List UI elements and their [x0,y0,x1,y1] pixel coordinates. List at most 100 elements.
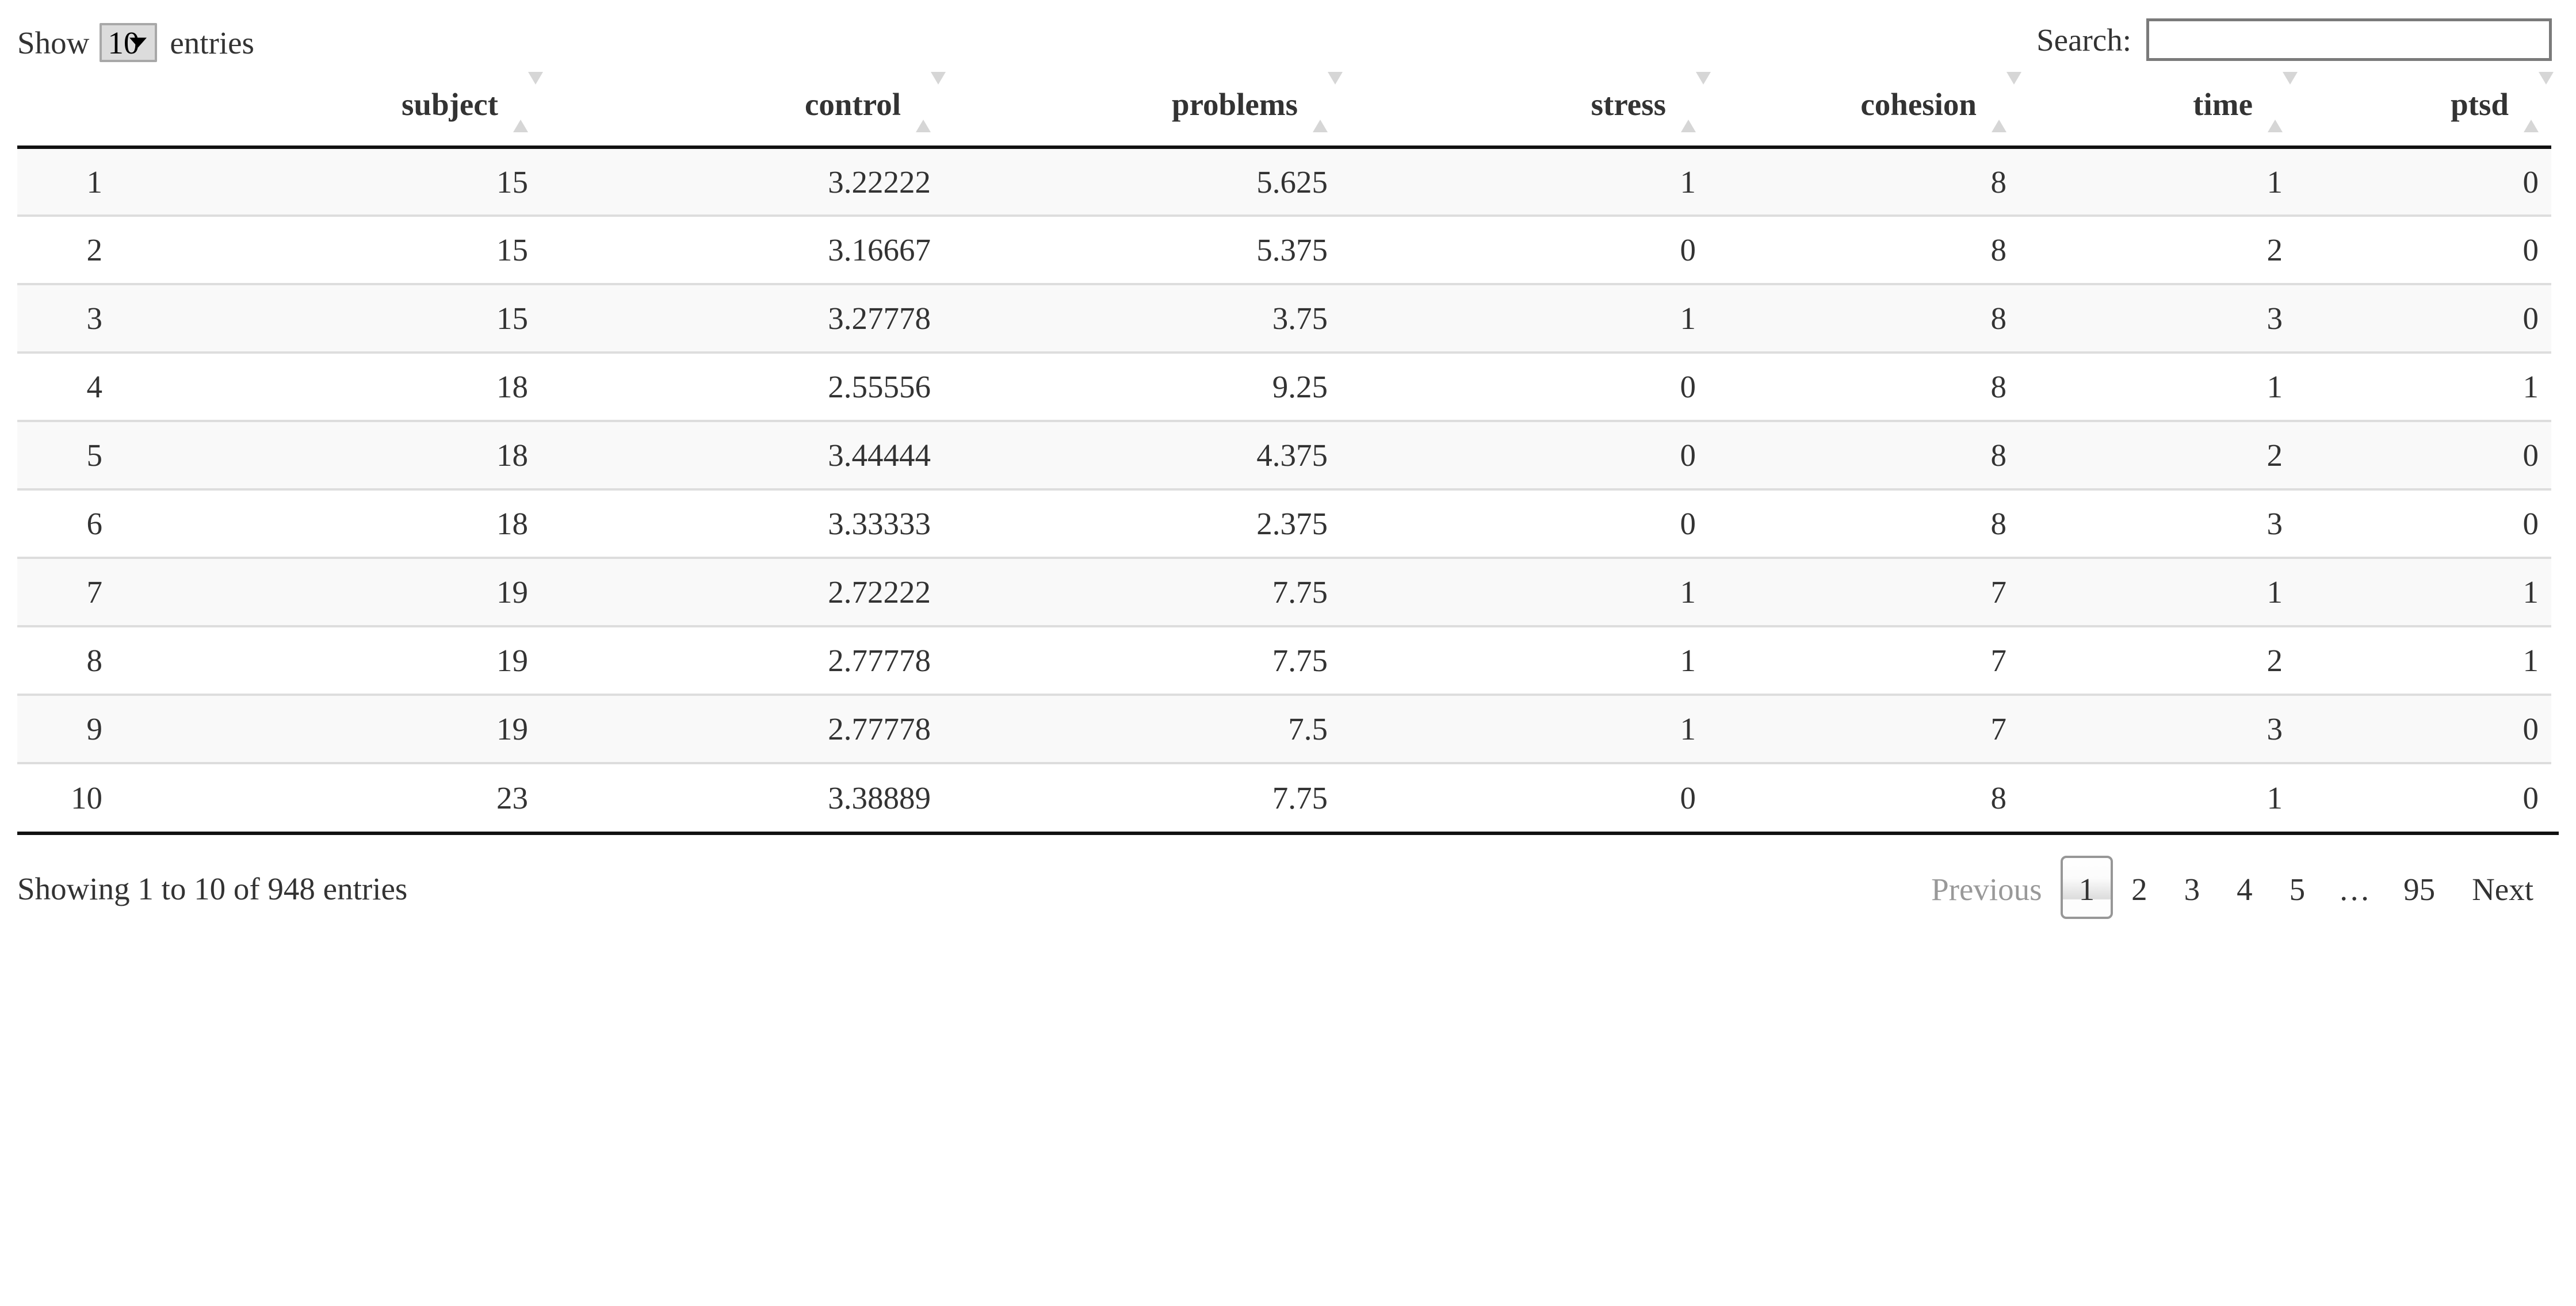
cell-time: 1 [2019,558,2295,627]
cell-rownum: 4 [17,353,115,422]
pagination-page-3[interactable]: 3 [2166,856,2219,919]
cell-ptsd: 0 [2295,284,2551,354]
cell-subject: 19 [115,626,541,696]
datatable-wrapper: Show 10 entries Search: subject control … [0,0,2576,1306]
column-header-subject[interactable]: subject [115,72,543,149]
table-row[interactable]: 6 18 3.33333 2.375 0 8 3 0 [17,489,2551,559]
cell-ptsd: 0 [2295,216,2551,285]
table-row[interactable]: 2 15 3.16667 5.375 0 8 2 0 [17,216,2551,285]
entries-length-control: Show 10 entries [17,23,254,62]
cell-rownum: 6 [17,489,115,559]
cell-ptsd: 1 [2295,558,2551,627]
cell-cohesion: 8 [1709,216,2019,285]
sort-both-icon [1313,72,1343,132]
pagination-page-1[interactable]: 1 [2060,856,2113,919]
sort-both-icon [2268,72,2298,132]
table-row[interactable]: 1 15 3.22222 5.625 1 8 1 0 [17,147,2551,217]
pagination-next[interactable]: Next [2453,856,2552,919]
cell-cohesion: 8 [1709,147,2019,217]
cell-problems: 7.75 [943,558,1340,627]
pagination-page-4[interactable]: 4 [2218,856,2271,919]
pagination-page-last[interactable]: 95 [2385,856,2453,919]
chevron-down-icon [129,37,147,48]
cell-rownum: 2 [17,216,115,285]
cell-time: 1 [2019,353,2295,422]
cell-time: 3 [2019,489,2295,559]
search-filter: Search: [2036,18,2552,61]
cell-ptsd: 0 [2295,147,2551,217]
column-label-time: time [2193,87,2253,122]
column-label-problems: problems [1171,87,1298,122]
cell-cohesion: 7 [1709,626,2019,696]
cell-control: 2.77778 [541,626,943,696]
sort-both-icon [916,72,946,132]
table-row[interactable]: 8 19 2.77778 7.75 1 7 2 1 [17,626,2551,696]
cell-stress: 1 [1340,147,1709,217]
cell-rownum: 10 [71,780,102,815]
column-label-cohesion: cohesion [1860,87,1977,122]
column-header-stress[interactable]: stress [1340,72,1711,149]
column-header-time[interactable]: time [2019,72,2298,149]
cell-ptsd: 0 [2295,421,2551,491]
cell-cohesion: 8 [1990,780,2007,815]
cell-problems: 5.625 [943,147,1340,217]
cell-subject: 19 [115,695,541,764]
table-row[interactable]: 9 19 2.77778 7.5 1 7 3 0 [17,695,2551,764]
cell-control: 3.16667 [541,216,943,285]
cell-ptsd: 0 [2295,695,2551,764]
cell-control: 3.33333 [541,489,943,559]
column-label-control: control [804,87,901,122]
table-row[interactable]: 5 18 3.44444 4.375 0 8 2 0 [17,421,2551,491]
pagination-page-5[interactable]: 5 [2271,856,2324,919]
cell-problems: 9.25 [943,353,1340,422]
pagination-page-2[interactable]: 2 [2113,856,2166,919]
entries-per-page-select[interactable]: 10 [100,23,158,62]
column-header-cohesion[interactable]: cohesion [1709,72,2021,149]
cell-stress: 0 [1340,353,1709,422]
cell-problems: 3.75 [943,284,1340,354]
pagination: Previous 1 2 3 4 5 … 95 Next [1913,856,2552,919]
show-label: Show [17,25,90,60]
column-label-ptsd: ptsd [2451,87,2509,122]
cell-control: 2.72222 [541,558,943,627]
table-row[interactable]: 4 18 2.55556 9.25 0 8 1 1 [17,353,2551,422]
cell-ptsd: 0 [2295,489,2551,559]
cell-control: 3.44444 [541,421,943,491]
cell-stress: 1 [1340,626,1709,696]
entries-label: entries [170,25,254,60]
sort-both-icon [513,72,543,132]
cell-cohesion: 8 [1709,353,2019,422]
cell-ptsd: 1 [2295,353,2551,422]
cell-time: 1 [2019,147,2295,217]
data-table: subject control problems stress cohesion… [17,72,2554,832]
table-row[interactable]: 3 15 3.27778 3.75 1 8 3 0 [17,284,2551,354]
cell-subject: 15 [115,216,541,285]
cell-stress: 1 [1340,695,1709,764]
cell-time: 2 [2019,421,2295,491]
cell-time: 1 [2267,780,2283,815]
cell-subject: 15 [115,284,541,354]
table-row[interactable]: 10 23 3.38889 7.75 0 8 1 0 [17,763,2551,832]
cell-stress: 0 [1340,216,1709,285]
cell-stress: 1 [1340,284,1709,354]
cell-cohesion: 8 [1709,284,2019,354]
cell-control: 3.27778 [541,284,943,354]
cell-cohesion: 8 [1709,489,2019,559]
cell-cohesion: 7 [1709,558,2019,627]
cell-problems: 7.75 [943,626,1340,696]
table-row[interactable]: 7 19 2.72222 7.75 1 7 1 1 [17,558,2551,627]
column-header-control[interactable]: control [541,72,946,149]
search-input[interactable] [2146,18,2552,61]
cell-problems: 4.375 [943,421,1340,491]
cell-problems: 7.75 [1272,780,1328,815]
column-header-problems[interactable]: problems [943,72,1343,149]
table-body: 1 15 3.22222 5.625 1 8 1 0 2 15 3.16667 5.375 0 8 2 0 3 1… [17,147,2551,832]
pagination-ellipsis: … [2338,872,2371,907]
cell-cohesion: 7 [1709,695,2019,764]
cell-subject: 15 [115,147,541,217]
cell-time: 2 [2019,626,2295,696]
search-label: Search: [2036,22,2131,58]
cell-stress: 0 [1340,421,1709,491]
sort-both-icon [2524,72,2554,132]
column-header-ptsd[interactable]: ptsd [2295,72,2554,149]
